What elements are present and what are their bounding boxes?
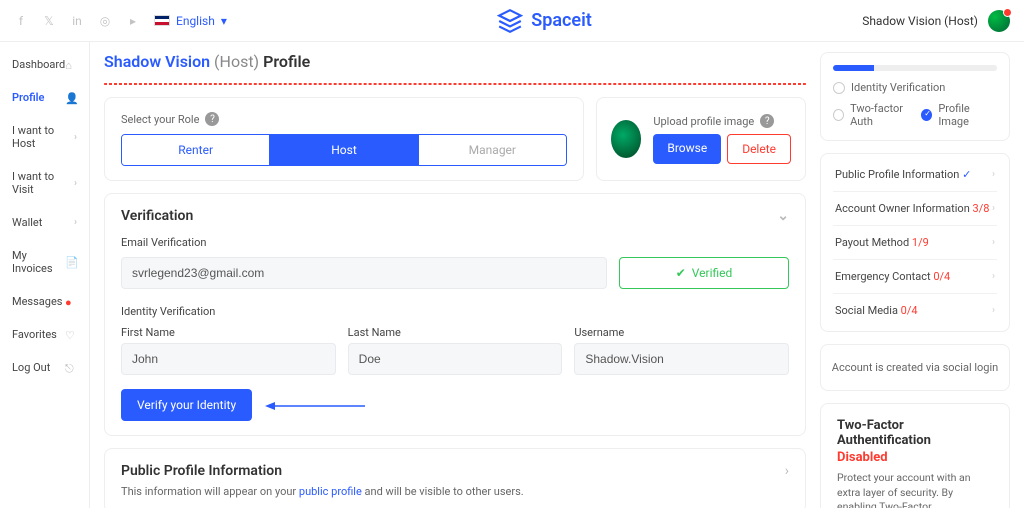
twofa-title: Two-Factor Authentification: [837, 418, 993, 448]
instagram-icon[interactable]: ◎: [98, 14, 112, 28]
chevron-right-icon: ›: [992, 271, 995, 282]
brand[interactable]: Spaceit: [497, 8, 592, 34]
chevron-right-icon[interactable]: ›: [785, 463, 789, 479]
youtube-icon[interactable]: ▸: [126, 14, 140, 28]
first-name-field[interactable]: [121, 343, 336, 375]
username-field[interactable]: [574, 343, 789, 375]
user-label: Shadow Vision (Host): [862, 14, 978, 28]
sidebar-item-wallet[interactable]: Wallet ›: [8, 210, 81, 235]
last-name-field[interactable]: [348, 343, 563, 375]
x-icon[interactable]: 𝕏: [42, 14, 56, 28]
chevron-right-icon: ›: [74, 178, 77, 189]
role-option-manager[interactable]: Manager: [419, 135, 566, 165]
page-title: Shadow Vision (Host) Profile: [104, 52, 806, 71]
check-twofactor[interactable]: Two-factor Auth: [833, 102, 921, 128]
username-label: Username: [574, 326, 789, 339]
delete-button[interactable]: Delete: [727, 134, 791, 164]
social-login-note: Account is created via social login: [820, 344, 1010, 391]
chevron-right-icon: ›: [74, 217, 77, 228]
radio-icon: [833, 82, 845, 94]
twofa-status: Disabled: [837, 450, 993, 465]
twofa-body: Protect your account with an extra layer…: [837, 471, 993, 508]
sidebar-item-invoices[interactable]: My Invoices 📄: [8, 243, 81, 281]
verified-badge: ✔ Verified: [619, 257, 789, 289]
sidebar-item-logout[interactable]: Log Out ⎋: [8, 355, 81, 380]
linkedin-icon[interactable]: in: [70, 14, 84, 28]
first-name-label: First Name: [121, 326, 336, 339]
twofa-card: Two-Factor Authentification Disabled Pro…: [820, 403, 1010, 508]
help-icon[interactable]: ?: [205, 112, 219, 126]
sidebar-item-host[interactable]: I want to Host ›: [8, 118, 81, 156]
sidebar-item-profile[interactable]: Profile 👤: [8, 85, 81, 110]
row-owner-info[interactable]: Account Owner Information 3/8 ›: [833, 192, 997, 226]
annotation-arrow-icon: [265, 398, 365, 412]
sidebar-item-favorites[interactable]: Favorites ♡: [8, 322, 81, 347]
brand-logo-icon: [497, 8, 523, 34]
role-segmented: Renter Host Manager: [121, 134, 567, 166]
avatar-icon[interactable]: [988, 10, 1010, 32]
check-identity[interactable]: Identity Verification: [833, 81, 997, 94]
sidebar: Dashboard ⌂ Profile 👤 I want to Host › I…: [0, 42, 90, 508]
progress-card: Identity Verification Two-factor Auth Pr…: [820, 52, 1010, 141]
chevron-down-icon[interactable]: ⌄: [777, 208, 789, 224]
language-switcher[interactable]: English ▾: [154, 14, 227, 28]
topbar: f 𝕏 in ◎ ▸ English ▾ Spaceit Shadow Visi…: [0, 0, 1024, 42]
profile-image-preview: [611, 120, 641, 158]
role-card: Select your Role ? Renter Host Manager: [104, 97, 584, 181]
message-icon: ●: [65, 296, 77, 308]
row-social[interactable]: Social Media 0/4 ›: [833, 294, 997, 327]
user-icon: 👤: [65, 92, 77, 104]
facebook-icon[interactable]: f: [14, 14, 28, 28]
logout-icon: ⎋: [65, 362, 77, 374]
public-profile-title: Public Profile Information: [121, 463, 282, 479]
sidebar-item-dashboard[interactable]: Dashboard ⌂: [8, 52, 81, 77]
verification-title: Verification: [121, 208, 193, 224]
heart-icon: ♡: [65, 329, 77, 341]
chevron-right-icon: ›: [992, 169, 995, 180]
language-label: English: [176, 14, 215, 28]
check-profile-image[interactable]: Profile Image: [921, 102, 997, 128]
last-name-label: Last Name: [348, 326, 563, 339]
home-icon: ⌂: [65, 59, 77, 71]
public-profile-link[interactable]: public profile: [299, 485, 362, 498]
row-public-profile[interactable]: Public Profile Information ✓ ›: [833, 158, 997, 192]
role-label: Select your Role ?: [121, 112, 567, 126]
browse-button[interactable]: Browse: [653, 134, 721, 164]
uk-flag-icon: [154, 15, 170, 26]
sidebar-item-visit[interactable]: I want to Visit ›: [8, 164, 81, 202]
topbar-social: f 𝕏 in ◎ ▸ English ▾: [14, 14, 227, 28]
email-field: [121, 257, 607, 289]
profile-sections-list: Public Profile Information ✓ › Account O…: [820, 153, 1010, 332]
upload-card: Upload profile image ? Browse Delete: [596, 97, 806, 181]
chevron-right-icon: ›: [992, 305, 995, 316]
public-profile-card: Public Profile Information › This inform…: [104, 448, 806, 508]
role-option-host[interactable]: Host: [270, 135, 418, 165]
row-emergency[interactable]: Emergency Contact 0/4 ›: [833, 260, 997, 294]
chevron-right-icon: ›: [992, 237, 995, 248]
role-option-renter[interactable]: Renter: [122, 135, 270, 165]
row-payout[interactable]: Payout Method 1/9 ›: [833, 226, 997, 260]
sidebar-item-messages[interactable]: Messages ●: [8, 289, 81, 314]
verification-card: Verification ⌄ Email Verification ✔ Veri…: [104, 193, 806, 436]
topbar-user[interactable]: Shadow Vision (Host): [862, 10, 1010, 32]
email-verification-label: Email Verification: [121, 236, 789, 249]
brand-name: Spaceit: [531, 10, 592, 31]
progress-bar: [833, 65, 997, 71]
identity-verification-label: Identity Verification: [121, 305, 789, 318]
help-icon[interactable]: ?: [760, 114, 774, 128]
chevron-right-icon: ›: [992, 203, 995, 214]
radio-checked-icon: [921, 109, 932, 121]
chevron-right-icon: ›: [74, 132, 77, 143]
document-icon: 📄: [65, 256, 77, 268]
public-profile-desc: This information will appear on your pub…: [121, 485, 789, 498]
radio-icon: [833, 109, 844, 121]
upload-label: Upload profile image ?: [653, 114, 791, 128]
caret-down-icon: ▾: [221, 14, 227, 28]
banner-placeholder: [104, 83, 806, 85]
check-circle-icon: ✔: [676, 266, 686, 280]
verify-identity-button[interactable]: Verify your Identity: [121, 389, 252, 421]
